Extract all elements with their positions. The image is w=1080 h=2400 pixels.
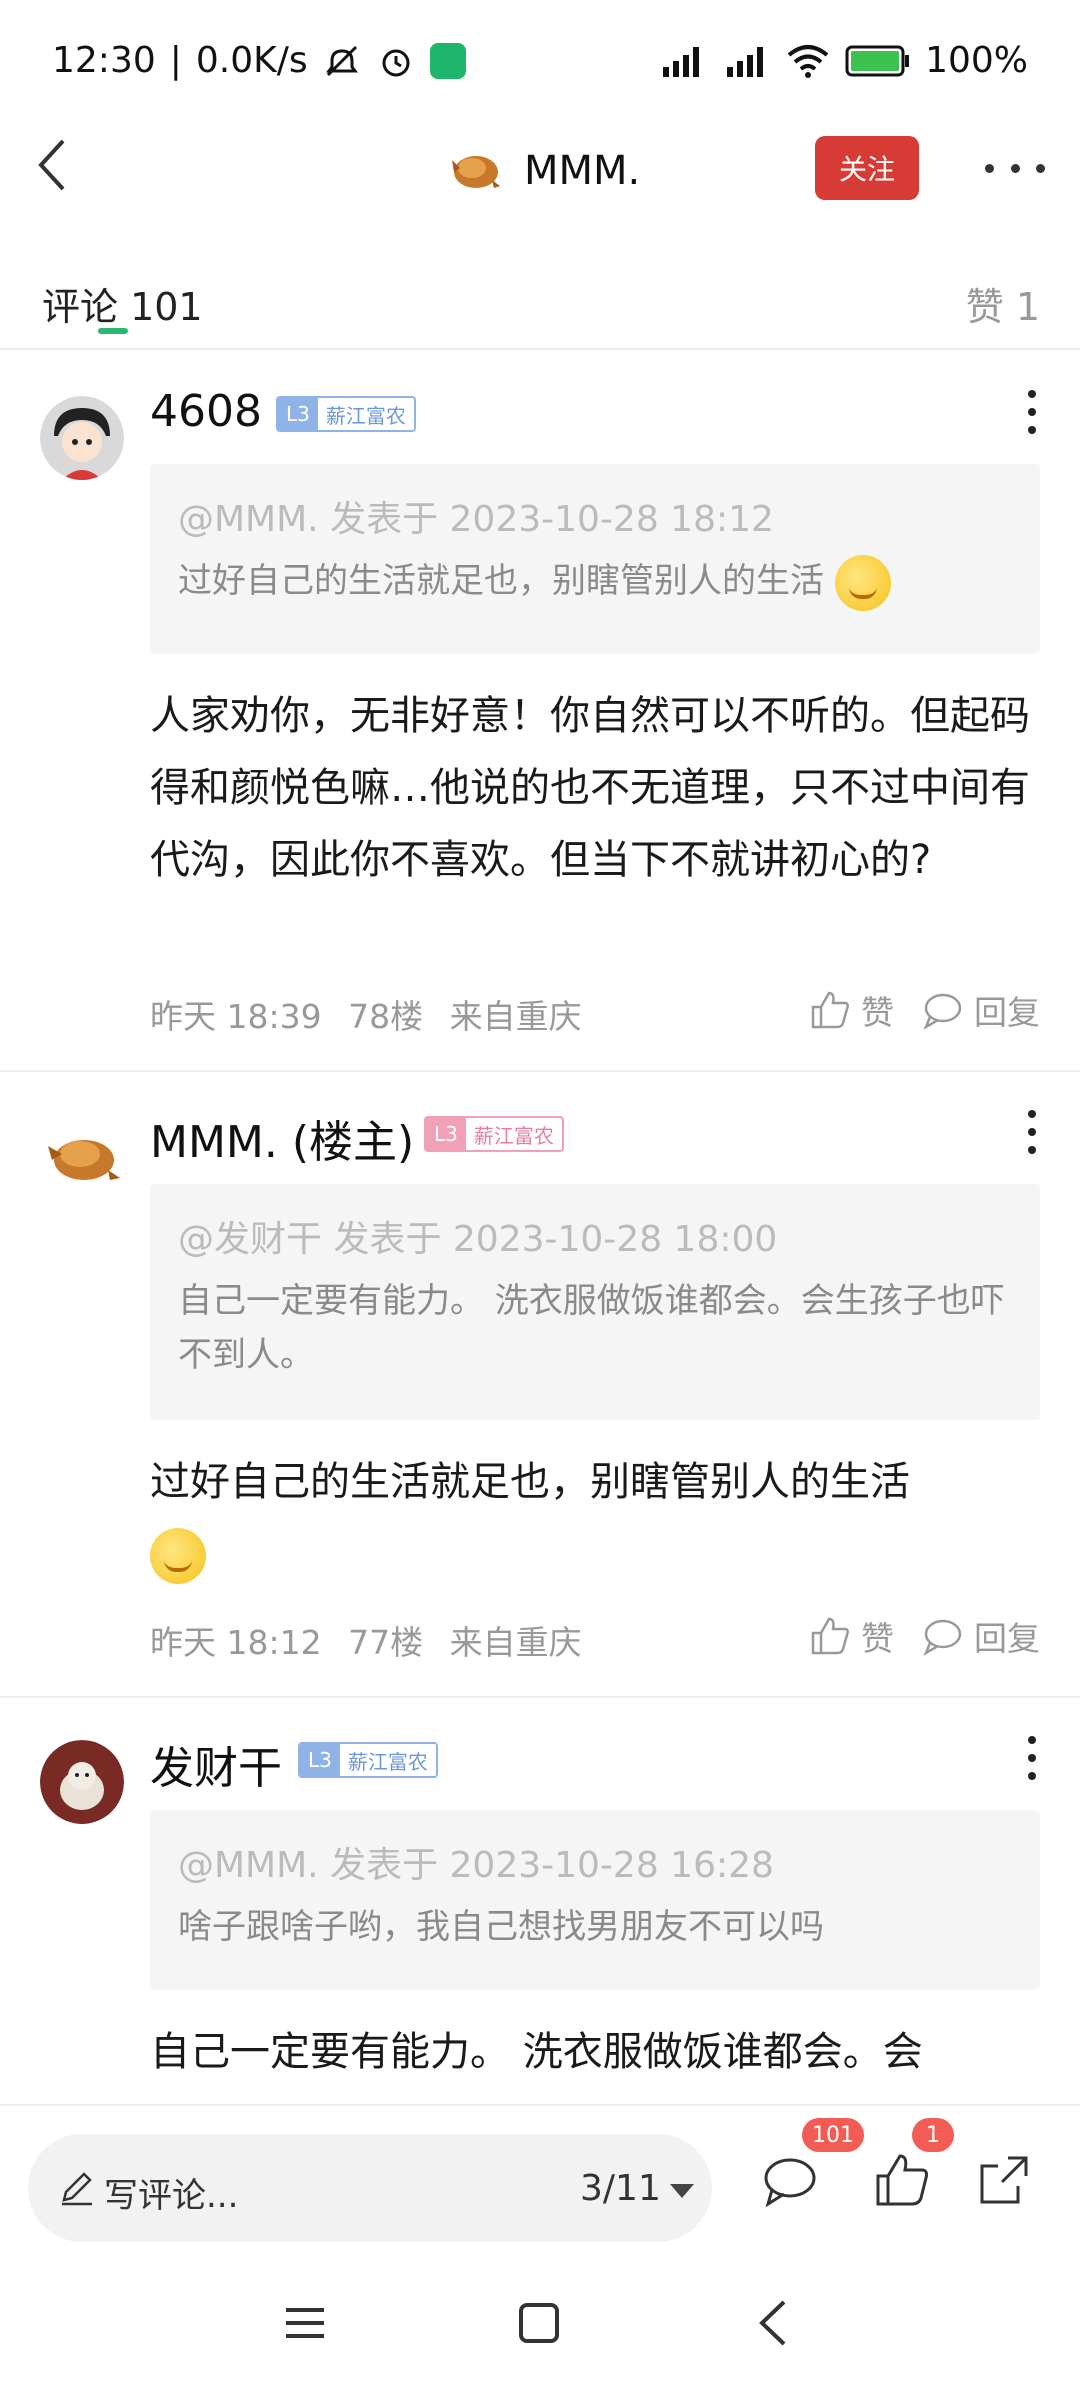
user-level-badge: L3 薪江富农 bbox=[424, 1116, 564, 1152]
badge-level: L3 bbox=[300, 1744, 340, 1776]
comment-more-button[interactable] bbox=[1022, 1736, 1042, 1780]
quote-text: 自己一定要有能力。 洗衣服做饭谁都会。会生孩子也吓不到人。 bbox=[178, 1281, 1005, 1375]
status-right: 100% bbox=[657, 40, 1028, 81]
user-level-badge: L3 薪江富农 bbox=[276, 396, 416, 432]
quote-meta: @MMM. 发表于 2023-10-28 18:12 bbox=[178, 499, 774, 540]
comment-floor: 78楼 bbox=[348, 997, 424, 1036]
username[interactable]: 发财干 bbox=[150, 1732, 282, 1796]
wifi-icon bbox=[787, 44, 829, 78]
comment-count-badge: 101 bbox=[802, 2118, 864, 2152]
battery-level: 100% bbox=[925, 40, 1028, 81]
username[interactable]: 4608 bbox=[150, 386, 262, 437]
username[interactable]: MMM. (楼主) bbox=[150, 1106, 414, 1170]
comment-body: 人家劝你，无非好意！你自然可以不听的。但起码得和颜悦色嘛…他说的也不无道理，只不… bbox=[150, 693, 1030, 883]
comments-icon[interactable] bbox=[760, 2150, 820, 2210]
user-avatar[interactable] bbox=[40, 396, 124, 480]
comment-actions: 赞 回复 bbox=[809, 1612, 1040, 1660]
reply-button[interactable]: 回复 bbox=[922, 1612, 1040, 1660]
comment-meta: 昨天 18:12 77楼 来自重庆 bbox=[150, 1616, 598, 1664]
comment-location: 来自重庆 bbox=[449, 997, 582, 1036]
badge-tag: 薪江富农 bbox=[339, 1744, 436, 1776]
tab-active-indicator bbox=[98, 328, 128, 334]
reply-button[interactable]: 回复 bbox=[922, 986, 1040, 1034]
chat-bubble-icon bbox=[923, 993, 962, 1030]
thumbs-up-icon bbox=[811, 1617, 849, 1655]
user-avatar[interactable] bbox=[40, 1112, 124, 1196]
menu-icon[interactable] bbox=[282, 2300, 328, 2346]
comment-location: 来自重庆 bbox=[449, 1623, 582, 1662]
thumbs-up-icon[interactable] bbox=[872, 2150, 932, 2210]
comment-more-button[interactable] bbox=[1022, 1110, 1042, 1154]
status-bar: 12:30 | 0.0K/s 100% bbox=[0, 0, 1080, 130]
alarm-icon bbox=[382, 49, 410, 76]
signal-hd-icon bbox=[727, 46, 764, 77]
system-nav-bar bbox=[0, 2254, 1080, 2400]
thumbs-up-icon bbox=[811, 991, 849, 1029]
more-options-button[interactable] bbox=[985, 148, 1045, 188]
comment-floor: 77楼 bbox=[348, 1623, 424, 1662]
quoted-comment[interactable]: @发财干 发表于 2023-10-28 18:00 自己一定要有能力。 洗衣服做… bbox=[150, 1184, 1040, 1420]
comment-body: 过好自己的生活就足也，别瞎管别人的生活 bbox=[150, 1446, 1040, 1590]
network-speed: 0.0K/s bbox=[195, 40, 308, 81]
tab-divider bbox=[0, 348, 1080, 350]
quote-text: 过好自己的生活就足也，别瞎管别人的生活 bbox=[178, 554, 1012, 611]
write-comment-placeholder: 写评论... bbox=[104, 2176, 239, 2216]
page-title: MMM. bbox=[524, 148, 641, 194]
status-left: 12:30 | 0.0K/s bbox=[52, 40, 466, 81]
comment-divider bbox=[0, 1696, 1080, 1698]
comment-time: 昨天 18:12 bbox=[150, 1623, 322, 1662]
badge-level: L3 bbox=[278, 398, 318, 430]
quoted-comment[interactable]: @MMM. 发表于 2023-10-28 16:28 啥子跟啥子哟，我自己想找男… bbox=[150, 1810, 1040, 1990]
more-dot-icon bbox=[1010, 163, 1020, 173]
page-indicator[interactable]: 3/11 bbox=[580, 2168, 661, 2209]
pencil-icon bbox=[62, 2172, 92, 2206]
home-icon[interactable] bbox=[516, 2300, 562, 2346]
bottom-action-bar: 写评论... 3/11 101 1 bbox=[0, 2104, 1080, 2254]
share-icon[interactable] bbox=[974, 2150, 1034, 2210]
quote-text: 啥子跟啥子哟，我自己想找男朋友不可以吗 bbox=[178, 1907, 824, 1947]
user-avatar[interactable] bbox=[40, 1740, 124, 1824]
like-button[interactable]: 赞 bbox=[809, 986, 894, 1034]
comment-divider bbox=[0, 1070, 1080, 1072]
more-dot-icon bbox=[1036, 163, 1045, 173]
chevron-down-icon[interactable] bbox=[670, 2184, 694, 2198]
status-divider: | bbox=[169, 40, 182, 81]
comment-time: 昨天 18:39 bbox=[150, 997, 322, 1036]
tab-likes[interactable]: 赞 1 bbox=[966, 276, 1040, 331]
quoted-comment[interactable]: @MMM. 发表于 2023-10-28 18:12 过好自己的生活就足也，别瞎… bbox=[150, 464, 1040, 654]
tab-comments[interactable]: 评论 101 bbox=[42, 276, 203, 331]
like-count-badge: 1 bbox=[912, 2118, 954, 2152]
quote-meta: @发财干 发表于 2023-10-28 18:00 bbox=[178, 1219, 778, 1260]
status-time: 12:30 bbox=[52, 40, 156, 81]
badge-tag: 薪江富农 bbox=[317, 398, 414, 430]
author-avatar[interactable] bbox=[444, 138, 504, 198]
emoji-smirk-icon bbox=[150, 1528, 206, 1584]
mute-icon bbox=[325, 45, 358, 76]
comment-actions: 赞 回复 bbox=[809, 986, 1040, 1034]
more-dot-icon bbox=[985, 163, 994, 173]
comment-meta: 昨天 18:39 78楼 来自重庆 bbox=[150, 990, 598, 1038]
quote-meta: @MMM. 发表于 2023-10-28 16:28 bbox=[178, 1845, 774, 1886]
battery-icon bbox=[845, 45, 910, 76]
signal-hd-icon bbox=[663, 46, 700, 77]
badge-level: L3 bbox=[426, 1118, 466, 1150]
badge-tag: 薪江富农 bbox=[465, 1118, 562, 1150]
user-level-badge: L3 薪江富农 bbox=[298, 1742, 438, 1778]
like-button[interactable]: 赞 bbox=[809, 1612, 894, 1660]
comment-body: 自己一定要有能力。 洗衣服做饭谁都会。会 bbox=[150, 2029, 923, 2075]
back-arrow-icon bbox=[38, 139, 65, 191]
comment-more-button[interactable] bbox=[1022, 390, 1042, 434]
chat-bubble-icon bbox=[923, 1619, 962, 1656]
back-nav-icon[interactable] bbox=[752, 2298, 798, 2348]
back-button[interactable] bbox=[18, 130, 88, 200]
write-comment-box[interactable]: 写评论... 3/11 bbox=[28, 2134, 712, 2242]
follow-button[interactable]: 关注 bbox=[815, 136, 919, 200]
shield-icon bbox=[429, 42, 466, 79]
emoji-smirk-icon bbox=[834, 554, 891, 611]
